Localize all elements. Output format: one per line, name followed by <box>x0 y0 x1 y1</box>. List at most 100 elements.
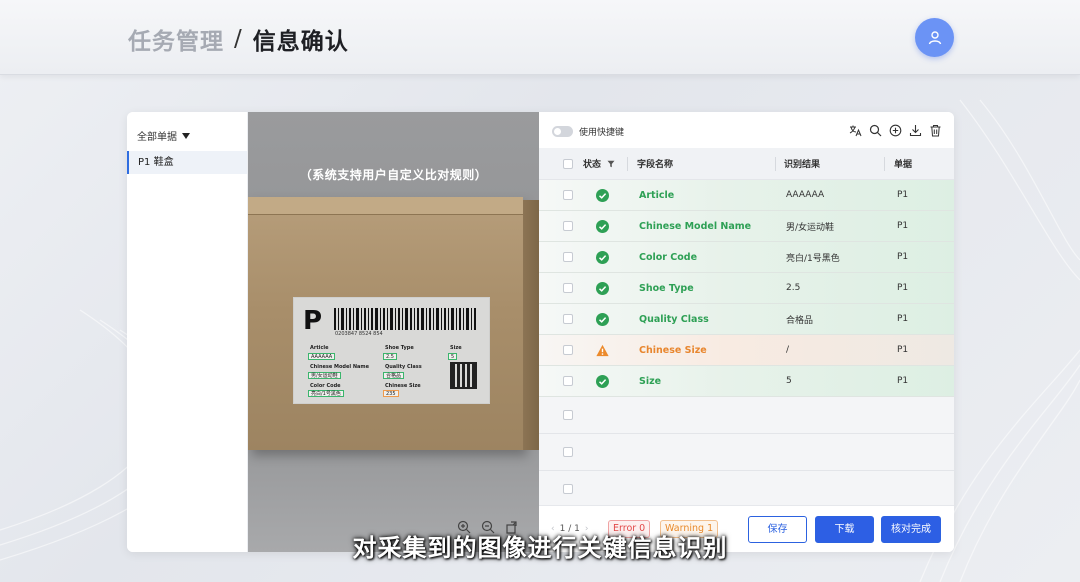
sidebar-item-p1[interactable]: P1 鞋盒 <box>127 151 247 174</box>
panel-toolbar <box>849 124 942 137</box>
breadcrumb-separator: / <box>234 26 243 52</box>
row-result[interactable]: 2.5 <box>786 283 800 293</box>
empty-row[interactable] <box>539 434 954 471</box>
breadcrumb: 任务管理 / 信息确认 <box>128 22 349 56</box>
translate-icon[interactable] <box>849 124 862 137</box>
row-document: P1 <box>897 345 909 355</box>
success-check-icon <box>596 188 609 202</box>
barcode <box>334 308 476 330</box>
page-title: 信息确认 <box>252 29 349 55</box>
field-table: 状态 字段名称 识别结果 单据 Article AAAAAA P1 Chines… <box>539 148 954 508</box>
table-row[interactable]: Quality Class 合格品 P1 <box>539 304 954 335</box>
breadcrumb-parent[interactable]: 任务管理 <box>128 22 224 56</box>
row-checkbox[interactable] <box>563 484 573 494</box>
success-check-icon <box>596 219 609 233</box>
caret-down-icon <box>182 132 190 139</box>
column-status: 状态 <box>583 157 615 170</box>
table-row[interactable]: Chinese Model Name 男/女运动鞋 P1 <box>539 211 954 242</box>
table-row[interactable]: Shoe Type 2.5 P1 <box>539 273 954 304</box>
select-all-checkbox[interactable] <box>563 158 573 169</box>
avatar[interactable] <box>915 18 954 57</box>
document-filter[interactable]: 全部单据 <box>137 128 190 143</box>
row-checkbox[interactable] <box>563 376 573 386</box>
shoebox-label: P 0203847 8524 854 Article AAAAAA Chines… <box>293 297 490 404</box>
row-document: P1 <box>897 283 909 293</box>
label-value-quality: 合格品 <box>383 372 405 379</box>
download-icon[interactable] <box>909 124 922 137</box>
label-value-size: 5 <box>448 353 458 360</box>
barcode-number: 0203847 8524 854 <box>335 331 383 337</box>
user-icon <box>928 30 941 44</box>
label-value-chinese-size: 235 <box>383 390 399 397</box>
box-flap <box>248 197 523 215</box>
custom-rule-note: （系统支持用户自定义比对规则） <box>299 168 488 182</box>
document-filter-label: 全部单据 <box>137 132 177 143</box>
row-result[interactable]: 男/女运动鞋 <box>786 220 834 233</box>
document-sidebar: 全部单据 P1 鞋盒 <box>127 112 248 552</box>
box-side <box>523 200 539 450</box>
row-field-name: Quality Class <box>639 313 709 325</box>
row-result[interactable]: 合格品 <box>786 313 813 326</box>
row-checkbox[interactable] <box>563 283 573 293</box>
quick-key-toggle[interactable] <box>552 126 573 137</box>
row-checkbox[interactable] <box>563 221 573 231</box>
label-field-shoe-type: Shoe Type <box>385 345 414 351</box>
success-check-icon <box>596 374 609 388</box>
column-divider <box>775 156 776 171</box>
success-check-icon <box>596 250 609 264</box>
row-checkbox[interactable] <box>563 314 573 324</box>
video-subtitle: 对采集到的图像进行关键信息识别 <box>352 534 728 562</box>
top-bar: 任务管理 / 信息确认 <box>0 0 1080 75</box>
row-field-name: Size <box>639 375 662 387</box>
warning-icon <box>596 344 609 356</box>
empty-row[interactable] <box>539 397 954 434</box>
row-checkbox[interactable] <box>563 447 573 457</box>
row-result[interactable]: 亮白/1号黑色 <box>786 251 840 264</box>
quick-key-switch[interactable]: 使用快捷键 <box>552 125 624 138</box>
label-value-model: 男/女运动鞋 <box>308 372 341 379</box>
column-divider <box>884 156 885 171</box>
row-document: P1 <box>897 221 909 231</box>
table-row[interactable]: Color Code 亮白/1号黑色 P1 <box>539 242 954 273</box>
label-value-shoe-type: 2.5 <box>383 353 397 360</box>
filter-icon[interactable] <box>607 160 615 168</box>
label-letter: P <box>303 306 323 336</box>
label-field-size: Size <box>450 345 462 351</box>
row-document: P1 <box>897 314 909 324</box>
table-header: 状态 字段名称 识别结果 单据 <box>539 148 954 180</box>
row-field-name: Chinese Size <box>639 344 707 356</box>
success-check-icon <box>596 312 609 326</box>
table-row[interactable]: Article AAAAAA P1 <box>539 180 954 211</box>
row-field-name: Chinese Model Name <box>639 220 752 232</box>
table-row[interactable]: Size 5 P1 <box>539 366 954 397</box>
add-icon[interactable] <box>889 124 902 137</box>
search-icon[interactable] <box>869 124 882 137</box>
row-document: P1 <box>897 252 909 262</box>
label-field-chinese-size: Chinese Size <box>385 383 421 389</box>
row-checkbox[interactable] <box>563 252 573 262</box>
label-field-color: Color Code <box>310 383 341 389</box>
column-document: 单据 <box>894 160 913 170</box>
row-checkbox[interactable] <box>563 410 573 420</box>
row-document: P1 <box>897 376 909 386</box>
row-field-name: Color Code <box>639 251 698 263</box>
row-result[interactable]: AAAAAA <box>786 190 824 200</box>
quick-key-label: 使用快捷键 <box>579 128 625 138</box>
qr-code <box>450 362 477 389</box>
label-value-article: AAAAAA <box>308 353 336 360</box>
image-viewer[interactable]: （系统支持用户自定义比对规则） P 0203847 8524 854 Artic… <box>248 112 539 552</box>
row-result[interactable]: 5 <box>786 376 792 386</box>
column-field-name: 字段名称 <box>637 160 674 170</box>
column-status-label: 状态 <box>583 160 602 170</box>
row-checkbox[interactable] <box>563 345 573 355</box>
empty-row[interactable] <box>539 471 954 508</box>
row-checkbox[interactable] <box>563 190 573 200</box>
label-field-model: Chinese Model Name <box>310 364 369 370</box>
trash-icon[interactable] <box>929 124 942 137</box>
table-row[interactable]: Chinese Size / P1 <box>539 335 954 366</box>
main-card: 全部单据 P1 鞋盒 （系统支持用户自定义比对规则） P 0203847 852… <box>127 112 954 552</box>
row-field-name: Article <box>639 189 675 201</box>
field-panel: 使用快捷键 状态 字段名称 识别结果 单据 Article AAAAAA P1 … <box>539 112 954 552</box>
success-check-icon <box>596 281 609 295</box>
row-result[interactable]: / <box>786 345 789 355</box>
